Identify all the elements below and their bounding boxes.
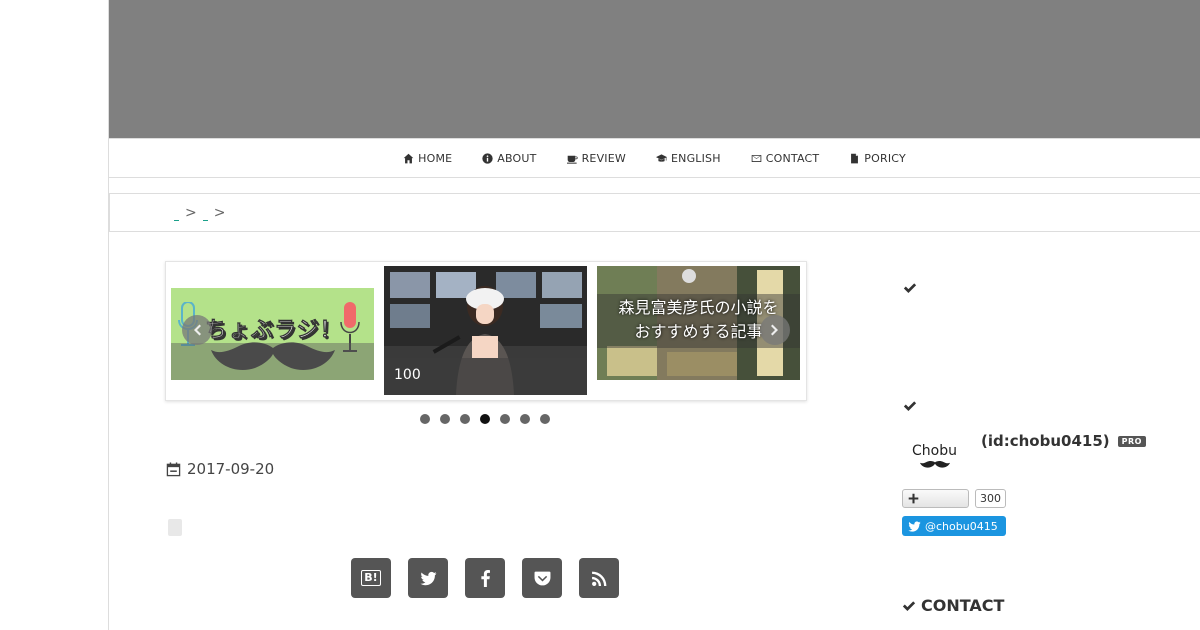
hatena-bookmark-icon: B! — [361, 570, 381, 586]
breadcrumb-separator: > — [213, 204, 226, 221]
check-icon — [903, 283, 917, 293]
nav-item-label: PORICY — [864, 151, 906, 165]
post-date: 2017-09-20 — [166, 460, 274, 478]
calendar-icon — [166, 461, 181, 476]
nav-item-home[interactable]: HOME — [403, 152, 452, 165]
slide-caption: 100 — [394, 367, 421, 383]
profile-logo-text: Chobu — [912, 443, 957, 459]
facebook-icon — [480, 569, 490, 587]
follower-count: 300 — [975, 489, 1006, 508]
pocket-icon — [534, 571, 550, 585]
global-nav: HOME ABOUT REVIEW ENGLISH CONTACT PORICY — [109, 138, 1200, 178]
nav-item-label: ABOUT — [497, 151, 537, 165]
chevron-left-icon — [194, 324, 201, 336]
twitter-handle: @chobu0415 — [925, 519, 998, 533]
twitter-icon — [420, 571, 436, 585]
home-icon — [403, 153, 414, 163]
share-hatena-button[interactable]: B! — [351, 558, 391, 598]
nav-item-about[interactable]: ABOUT — [482, 152, 536, 165]
breadcrumb-link-home[interactable] — [174, 216, 179, 221]
nav-item-review[interactable]: REVIEW — [566, 151, 626, 165]
share-facebook-button[interactable] — [465, 558, 505, 598]
category-tag[interactable] — [168, 519, 182, 536]
left-margin-column — [0, 0, 109, 630]
share-twitter-button[interactable] — [408, 558, 448, 598]
rss-icon — [591, 571, 606, 586]
twitter-follow-button[interactable]: @chobu0415 — [902, 516, 1006, 536]
featured-carousel: ちょぶラジ！ 100 森見富美彦氏の小説を おすすめする記事 — [165, 261, 807, 401]
carousel-prev-button[interactable] — [182, 315, 212, 345]
mustache-icon — [920, 460, 950, 468]
nav-item-contact[interactable]: CONTACT — [751, 152, 820, 165]
share-buttons: B! — [351, 558, 619, 598]
nav-item-poricy[interactable]: PORICY — [849, 152, 906, 165]
profile-id: (id:chobu0415) PRO — [981, 432, 1146, 450]
share-rss-button[interactable] — [579, 558, 619, 598]
chevron-right-icon — [771, 324, 778, 336]
sidebar-heading-check — [903, 280, 917, 294]
pro-badge: PRO — [1117, 435, 1146, 447]
follow-button[interactable] — [902, 489, 969, 508]
nav-item-label: CONTACT — [765, 151, 820, 165]
carousel-dot[interactable] — [460, 414, 470, 424]
check-icon — [903, 401, 917, 411]
sidebar-heading-check — [903, 398, 917, 412]
coffee-icon — [566, 155, 578, 164]
nav-item-english[interactable]: ENGLISH — [655, 151, 721, 165]
twitter-icon — [908, 520, 921, 532]
carousel-next-button[interactable] — [760, 315, 790, 345]
breadcrumb: > > — [109, 193, 1200, 232]
file-icon — [851, 153, 859, 163]
check-icon — [902, 600, 916, 611]
carousel-dot[interactable] — [420, 414, 430, 424]
nav-item-label: HOME — [418, 151, 453, 165]
breadcrumb-link-category[interactable] — [202, 216, 208, 221]
info-circle-icon — [482, 152, 493, 164]
carousel-dots — [420, 414, 550, 424]
follow-row: 300 — [902, 489, 1006, 508]
graduation-cap-icon — [655, 153, 667, 162]
carousel-dot[interactable] — [500, 414, 510, 424]
plus-icon — [908, 493, 919, 504]
carousel-dot[interactable] — [540, 414, 550, 424]
header-banner — [109, 0, 1200, 138]
carousel-dot[interactable] — [440, 414, 450, 424]
sidebar-heading-contact: CONTACT — [902, 596, 1004, 615]
sidebar-heading-text: CONTACT — [921, 596, 1005, 615]
nav-item-label: REVIEW — [581, 151, 626, 165]
page: HOME ABOUT REVIEW ENGLISH CONTACT PORICY… — [0, 0, 1200, 630]
nav-item-label: ENGLISH — [670, 151, 721, 165]
carousel-dot[interactable] — [520, 414, 530, 424]
profile-id-link[interactable]: (id:chobu0415) — [981, 432, 1110, 450]
breadcrumb-separator: > — [185, 204, 197, 221]
envelope-icon — [751, 154, 762, 162]
profile-avatar[interactable]: Chobu — [904, 438, 964, 478]
mustache-icon — [211, 342, 335, 370]
carousel-slide-100[interactable]: 100 — [384, 266, 587, 395]
carousel-dot-active[interactable] — [480, 414, 490, 424]
share-pocket-button[interactable] — [522, 558, 562, 598]
post-date-text: 2017-09-20 — [187, 460, 275, 478]
